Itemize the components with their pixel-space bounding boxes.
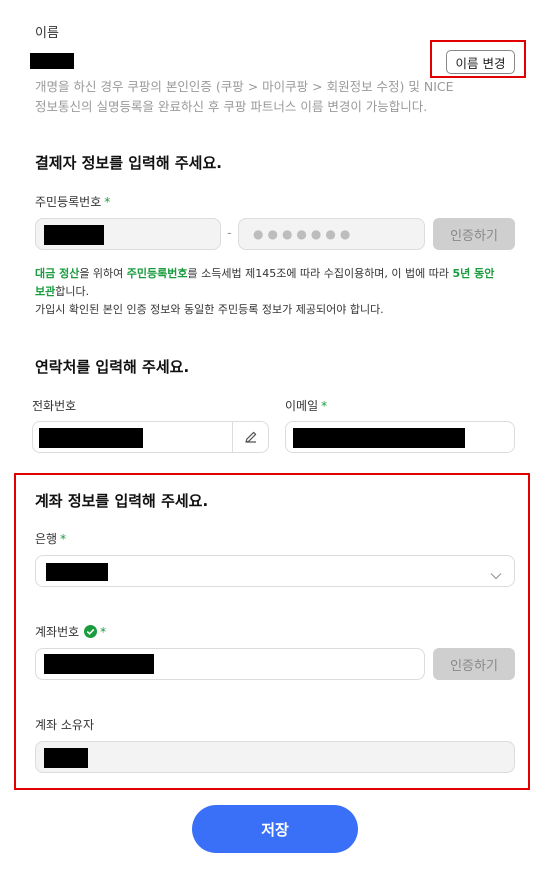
account-number-label: 계좌번호 * bbox=[35, 623, 106, 640]
name-help-line2: 정보통신의 실명등록을 완료하신 후 쿠팡 파트너스 이름 변경이 가능합니다. bbox=[35, 99, 428, 114]
notice-text-1: 을 위하여 bbox=[79, 267, 127, 280]
required-mark: * bbox=[104, 195, 111, 209]
bank-redacted bbox=[46, 563, 108, 581]
phone-label: 전화번호 bbox=[32, 399, 77, 413]
notice-highlight-5years: 5년 동안 bbox=[452, 267, 495, 280]
bank-label-text: 은행 bbox=[35, 532, 58, 546]
account-holder-redacted bbox=[44, 748, 88, 768]
account-holder-label: 계좌 소유자 bbox=[35, 718, 95, 732]
chevron-down-icon bbox=[490, 566, 502, 580]
rrn-notice: 대금 정산을 위하여 주민등록번호를 소득세법 제145조에 따라 수집이용하며… bbox=[35, 265, 505, 319]
bank-select[interactable] bbox=[35, 555, 515, 587]
contact-heading: 연락처를 입력해 주세요. bbox=[35, 358, 190, 376]
notice-line2: 가입시 확인된 본인 인증 정보와 동일한 주민등록 정보가 제공되어야 합니다… bbox=[35, 303, 384, 316]
payer-heading: 결제자 정보를 입력해 주세요. bbox=[35, 154, 222, 172]
rrn-verify-button[interactable]: 인증하기 bbox=[433, 218, 515, 250]
notice-highlight-rrn: 주민등록번호 bbox=[126, 267, 188, 280]
name-value-redacted bbox=[30, 53, 74, 69]
rrn-back-input[interactable]: ●●●●●●● bbox=[238, 218, 425, 250]
required-mark: * bbox=[100, 624, 107, 639]
email-label: 이메일 * bbox=[285, 397, 327, 414]
save-button[interactable]: 저장 bbox=[192, 805, 358, 853]
check-circle-icon bbox=[84, 625, 98, 638]
notice-highlight-settlement: 대금 정산 bbox=[35, 267, 80, 280]
notice-highlight-store: 보관 bbox=[35, 285, 56, 298]
required-mark: * bbox=[60, 532, 67, 546]
email-redacted bbox=[293, 428, 465, 448]
notice-text-2: 를 소득세법 제145조에 따라 수집이용하며, 이 법에 따라 bbox=[187, 267, 453, 280]
account-number-input[interactable] bbox=[35, 648, 425, 680]
rrn-label-text: 주민등록번호 bbox=[35, 195, 102, 209]
email-input[interactable] bbox=[285, 421, 515, 453]
rrn-separator: - bbox=[227, 226, 232, 241]
account-number-redacted bbox=[44, 654, 154, 674]
phone-input[interactable] bbox=[32, 421, 269, 453]
rrn-front-redacted bbox=[44, 225, 104, 245]
phone-divider bbox=[232, 422, 233, 452]
name-help-line1: 개명을 하신 경우 쿠팡의 본인인증 (쿠팡 > 마이쿠팡 > 회원정보 수정)… bbox=[35, 79, 454, 94]
rrn-front-input[interactable] bbox=[35, 218, 221, 250]
bank-label: 은행 * bbox=[35, 530, 66, 547]
account-holder-field bbox=[35, 741, 515, 773]
phone-redacted bbox=[39, 428, 143, 448]
required-mark: * bbox=[321, 399, 328, 413]
pencil-icon[interactable] bbox=[243, 429, 259, 445]
account-verify-button[interactable]: 인증하기 bbox=[433, 648, 515, 680]
notice-text-3: 합니다. bbox=[55, 285, 90, 298]
email-label-text: 이메일 bbox=[285, 399, 319, 413]
rrn-label: 주민등록번호 * bbox=[35, 193, 110, 210]
name-change-button[interactable]: 이름 변경 bbox=[446, 50, 515, 74]
account-number-label-text: 계좌번호 bbox=[35, 625, 80, 639]
account-heading: 계좌 정보를 입력해 주세요. bbox=[35, 492, 209, 510]
name-label: 이름 bbox=[35, 26, 59, 41]
